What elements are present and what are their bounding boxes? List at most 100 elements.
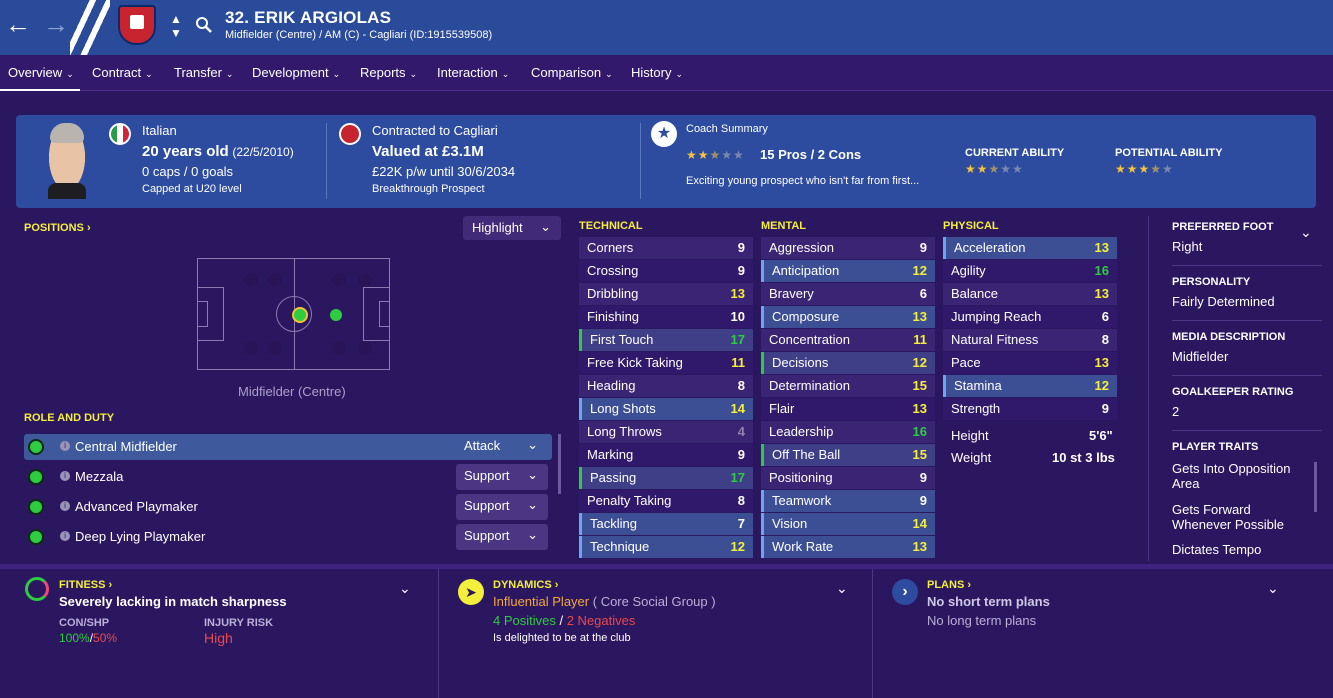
attribute-row-tackling[interactable]: Tackling 7 — [579, 513, 753, 535]
position-pitch — [197, 258, 390, 370]
attribute-row-concentration[interactable]: Concentration 11 — [761, 329, 935, 351]
club-crest-icon[interactable] — [118, 5, 156, 45]
attribute-row-balance[interactable]: Balance 13 — [943, 283, 1117, 305]
attribute-row-strength[interactable]: Strength 9 — [943, 398, 1117, 420]
role-row[interactable]: i Advanced Playmaker Support ⌄ — [24, 494, 552, 520]
social-role: Influential Player — [493, 594, 590, 609]
duty-dropdown[interactable]: Support ⌄ — [456, 524, 548, 550]
attribute-row-stamina[interactable]: Stamina 12 — [943, 375, 1117, 397]
chevron-down-icon[interactable]: ⌄ — [1267, 580, 1279, 597]
attribute-row-bravery[interactable]: Bravery 6 — [761, 283, 935, 305]
tab-contract[interactable]: Contract ⌄ — [92, 65, 153, 80]
positions-title[interactable]: POSITIONS › — [24, 222, 91, 234]
attribute-row-vision[interactable]: Vision 14 — [761, 513, 935, 535]
attribute-row-teamwork[interactable]: Teamwork 9 — [761, 490, 935, 512]
status: Breakthrough Prospect — [372, 183, 485, 195]
attribute-row-determination[interactable]: Determination 15 — [761, 375, 935, 397]
attribute-row-heading[interactable]: Heading 8 — [579, 375, 753, 397]
tab-interaction[interactable]: Interaction ⌄ — [437, 65, 509, 80]
attribute-row-positioning[interactable]: Positioning 9 — [761, 467, 935, 489]
attribute-row-crossing[interactable]: Crossing 9 — [579, 260, 753, 282]
attribute-row-passing[interactable]: Passing 17 — [579, 467, 753, 489]
attribute-row-marking[interactable]: Marking 9 — [579, 444, 753, 466]
attribute-row-technique[interactable]: Technique 12 — [579, 536, 753, 558]
coach-text: Exciting young prospect who isn't far fr… — [686, 175, 920, 187]
info-icon[interactable]: i — [60, 471, 70, 481]
attribute-row-dribbling[interactable]: Dribbling 13 — [579, 283, 753, 305]
player-traits: PLAYER TRAITS Gets Into Opposition Area — [1172, 441, 1291, 491]
tab-transfer[interactable]: Transfer ⌄ — [174, 65, 233, 80]
attribute-name: Stamina — [954, 378, 1002, 393]
tab-development[interactable]: Development ⌄ — [252, 65, 340, 80]
attribute-name: Aggression — [769, 240, 835, 255]
attribute-row-penalty-taking[interactable]: Penalty Taking 8 — [579, 490, 753, 512]
attribute-row-leadership[interactable]: Leadership 16 — [761, 421, 935, 443]
attribute-row-work-rate[interactable]: Work Rate 13 — [761, 536, 935, 558]
attribute-row-off-the-ball[interactable]: Off The Ball 15 — [761, 444, 935, 466]
attribute-row-pace[interactable]: Pace 13 — [943, 352, 1117, 374]
duty-dropdown[interactable]: Support ⌄ — [456, 494, 548, 520]
physical-title: PHYSICAL — [943, 220, 999, 232]
con-shp-label: CON/SHP — [59, 617, 110, 629]
attribute-row-jumping-reach[interactable]: Jumping Reach 6 — [943, 306, 1117, 328]
attribute-row-anticipation[interactable]: Anticipation 12 — [761, 260, 935, 282]
attribute-row-finishing[interactable]: Finishing 10 — [579, 306, 753, 328]
plans-title[interactable]: PLANS › — [927, 579, 971, 591]
mental-title: MENTAL — [761, 220, 807, 232]
attribute-name: Technique — [590, 539, 650, 554]
dynamics-title[interactable]: DYNAMICS › — [493, 579, 558, 591]
forward-arrow-icon[interactable]: → — [42, 10, 70, 38]
attribute-value: 8 — [737, 493, 745, 508]
duty-dropdown[interactable]: Attack ⌄ — [456, 434, 548, 460]
attribute-value: 8 — [737, 378, 745, 393]
attribute-name: Jumping Reach — [951, 309, 1042, 324]
coach-summary-title: Coach Summary — [686, 123, 768, 135]
chevron-down-icon[interactable]: ⌄ — [1300, 224, 1312, 241]
attribute-row-natural-fitness[interactable]: Natural Fitness 8 — [943, 329, 1117, 351]
info-icon[interactable]: i — [60, 441, 70, 451]
info-icon[interactable]: i — [60, 531, 70, 541]
attribute-row-aggression[interactable]: Aggression 9 — [761, 237, 935, 259]
back-arrow-icon[interactable]: ← — [4, 10, 32, 38]
attribute-row-flair[interactable]: Flair 13 — [761, 398, 935, 420]
role-row[interactable]: i Mezzala Support ⌄ — [24, 464, 552, 490]
tab-comparison[interactable]: Comparison ⌄ — [531, 65, 613, 80]
role-row[interactable]: i Central Midfielder Attack ⌄ — [24, 434, 552, 460]
duty-dropdown[interactable]: Support ⌄ — [456, 464, 548, 490]
chevron-up-icon[interactable]: ▲ — [170, 12, 182, 26]
attribute-row-acceleration[interactable]: Acceleration 13 — [943, 237, 1117, 259]
attribute-value: 6 — [1101, 309, 1109, 324]
search-icon[interactable] — [195, 16, 213, 34]
negatives: 2 Negatives — [566, 613, 636, 628]
info-icon[interactable]: i — [60, 501, 70, 511]
attribute-row-first-touch[interactable]: First Touch 17 — [579, 329, 753, 351]
condition-value: 100% — [59, 631, 90, 645]
sharpness-value: 50% — [93, 631, 118, 645]
role-row[interactable]: i Deep Lying Playmaker Support ⌄ — [24, 524, 552, 550]
attribute-name: Crossing — [587, 263, 639, 278]
attribute-row-long-throws[interactable]: Long Throws 4 — [579, 421, 753, 443]
attribute-name: Pace — [951, 355, 981, 370]
fitness-title[interactable]: FITNESS › — [59, 579, 112, 591]
chevron-down-icon[interactable]: ⌄ — [399, 580, 411, 597]
traits-scrollbar[interactable] — [1314, 462, 1317, 512]
chevron-down-icon[interactable]: ⌄ — [836, 580, 848, 597]
chevron-down-icon[interactable]: ▼ — [170, 26, 182, 40]
highlight-dropdown[interactable]: Highlight ⌄ — [463, 216, 561, 240]
attribute-row-composure[interactable]: Composure 13 — [761, 306, 935, 328]
pros-cons: 15 Pros / 2 Cons — [760, 147, 862, 162]
primary-position-marker — [292, 307, 308, 323]
attribute-value: 12 — [730, 539, 745, 554]
attribute-row-free-kick-taking[interactable]: Free Kick Taking 11 — [579, 352, 753, 374]
attribute-row-long-shots[interactable]: Long Shots 14 — [579, 398, 753, 420]
header-stripe — [70, 0, 110, 55]
roles-scrollbar[interactable] — [558, 434, 561, 494]
tab-history[interactable]: History ⌄ — [631, 65, 683, 80]
tab-overview[interactable]: Overview ⌄ — [0, 65, 80, 91]
attribute-name: Agility — [951, 263, 986, 278]
divider — [640, 123, 641, 199]
tab-reports[interactable]: Reports ⌄ — [360, 65, 417, 80]
attribute-row-decisions[interactable]: Decisions 12 — [761, 352, 935, 374]
attribute-row-corners[interactable]: Corners 9 — [579, 237, 753, 259]
attribute-row-agility[interactable]: Agility 16 — [943, 260, 1117, 282]
